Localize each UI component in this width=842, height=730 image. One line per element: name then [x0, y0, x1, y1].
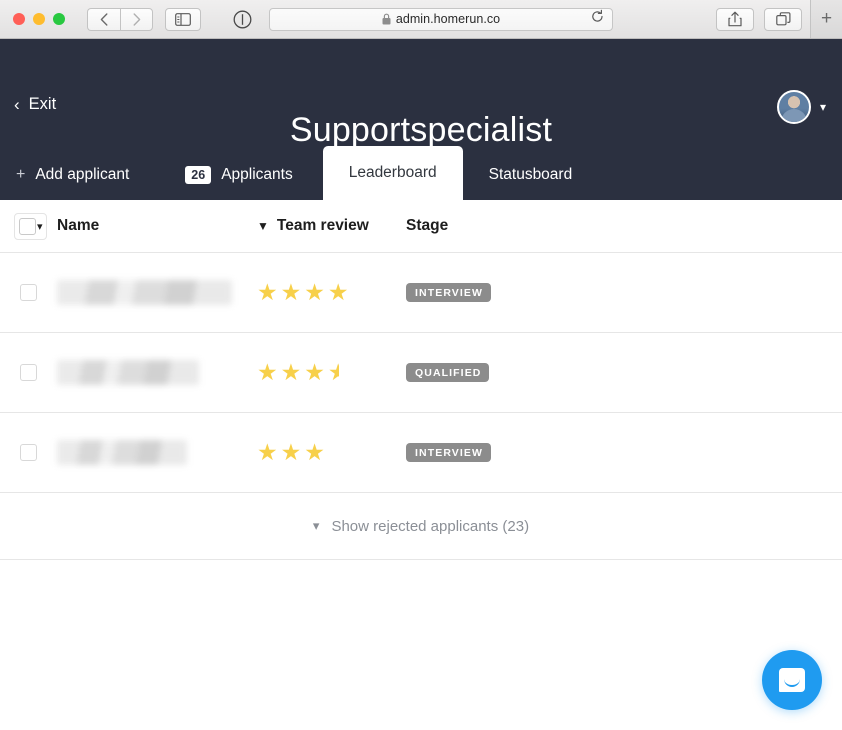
- reload-button[interactable]: [591, 10, 604, 29]
- new-tab-button[interactable]: +: [810, 0, 842, 38]
- team-review-rating[interactable]: ★ ★ ★ ★: [257, 281, 406, 304]
- select-all-control[interactable]: ▾: [14, 213, 47, 240]
- info-icon: [233, 10, 252, 29]
- stage-cell: INTERVIEW: [406, 283, 842, 303]
- minimize-window-button[interactable]: [33, 13, 45, 25]
- sidebar-toggle-button[interactable]: [165, 8, 201, 31]
- tabs-overview-icon: [776, 12, 791, 27]
- leaderboard-content: ▾ Name ▼ Team review Stage ★ ★ ★ ★ INTER…: [0, 200, 842, 560]
- table-row[interactable]: ★ ★ ★ ★ QUALIFIED: [0, 333, 842, 413]
- redacted-name: [57, 440, 187, 465]
- status-badge: QUALIFIED: [406, 363, 489, 383]
- tab-applicants[interactable]: 26 Applicants: [185, 166, 292, 201]
- tab-bar: + Add applicant 26 Applicants Leaderboar…: [0, 146, 842, 200]
- star-icon: ★: [304, 441, 325, 464]
- chevron-down-icon[interactable]: ▾: [37, 220, 43, 233]
- redacted-name: [57, 280, 232, 305]
- tab-applicants-label: Applicants: [221, 166, 293, 184]
- star-icon: ★: [281, 361, 302, 384]
- stage-cell: INTERVIEW: [406, 443, 842, 463]
- stage-cell: QUALIFIED: [406, 363, 842, 383]
- table-header-row: ▾ Name ▼ Team review Stage: [0, 200, 842, 253]
- star-icon: ★: [257, 281, 278, 304]
- star-icon: ★: [304, 361, 325, 384]
- applicants-count-badge: 26: [185, 166, 211, 185]
- column-header-name[interactable]: Name: [57, 217, 257, 235]
- chevron-left-icon: [100, 13, 108, 26]
- chat-bubble-icon: [779, 668, 805, 692]
- show-tabs-button[interactable]: [764, 8, 802, 31]
- sidebar-icon: [175, 13, 191, 26]
- page-info-button[interactable]: [227, 8, 257, 31]
- row-select-cell: [0, 284, 63, 301]
- plus-icon: +: [16, 166, 25, 184]
- table-row[interactable]: ★ ★ ★ INTERVIEW: [0, 413, 842, 493]
- tab-leaderboard[interactable]: Leaderboard: [323, 146, 463, 200]
- row-checkbox[interactable]: [20, 444, 37, 461]
- column-header-team-review[interactable]: ▼ Team review: [257, 217, 406, 235]
- select-all-checkbox[interactable]: [19, 218, 36, 235]
- chevron-left-icon: ‹: [14, 96, 20, 113]
- chat-launcher-button[interactable]: [762, 650, 822, 710]
- row-select-cell: [0, 444, 63, 461]
- star-icon: ★: [281, 281, 302, 304]
- add-applicant-label: Add applicant: [35, 166, 129, 184]
- row-select-cell: [0, 364, 63, 381]
- team-review-rating[interactable]: ★ ★ ★: [257, 441, 406, 464]
- url-text: admin.homerun.co: [396, 12, 500, 26]
- tab-statusboard[interactable]: Statusboard: [489, 166, 573, 200]
- show-rejected-row: ▾ Show rejected applicants (23): [0, 493, 842, 560]
- star-icon: ★: [328, 281, 349, 304]
- lock-icon: [382, 13, 391, 25]
- browser-toolbar: admin.homerun.co +: [0, 0, 842, 39]
- status-badge: INTERVIEW: [406, 443, 491, 463]
- forward-button[interactable]: [120, 8, 153, 31]
- maximize-window-button[interactable]: [53, 13, 65, 25]
- row-checkbox[interactable]: [20, 284, 37, 301]
- row-checkbox[interactable]: [20, 364, 37, 381]
- show-rejected-applicants-button[interactable]: ▾ Show rejected applicants (23): [313, 518, 529, 535]
- column-header-stage[interactable]: Stage: [406, 217, 842, 235]
- nav-buttons[interactable]: [87, 8, 153, 31]
- star-half-icon: ★: [328, 361, 350, 384]
- star-icon: ★: [281, 441, 302, 464]
- page-title: Supportspecialist: [0, 111, 842, 150]
- tab-leaderboard-label: Leaderboard: [349, 164, 437, 182]
- select-all-cell: ▾: [0, 213, 63, 240]
- tab-statusboard-label: Statusboard: [489, 166, 573, 183]
- column-header-team-review-label: Team review: [277, 217, 369, 235]
- browser-right-controls: +: [716, 0, 842, 38]
- team-review-rating[interactable]: ★ ★ ★ ★: [257, 361, 406, 384]
- applicant-name-cell[interactable]: [57, 360, 257, 385]
- status-badge: INTERVIEW: [406, 283, 491, 303]
- address-bar[interactable]: admin.homerun.co: [269, 8, 613, 31]
- star-icon: ★: [304, 281, 325, 304]
- applicant-name-cell[interactable]: [57, 280, 257, 305]
- chevron-down-icon: ▾: [313, 518, 320, 534]
- back-button[interactable]: [87, 8, 120, 31]
- close-window-button[interactable]: [13, 13, 25, 25]
- window-controls[interactable]: [0, 13, 65, 25]
- share-icon: [728, 11, 742, 27]
- share-button[interactable]: [716, 8, 754, 31]
- applicant-name-cell[interactable]: [57, 440, 257, 465]
- add-applicant-button[interactable]: + Add applicant: [0, 166, 129, 200]
- table-row[interactable]: ★ ★ ★ ★ INTERVIEW: [0, 253, 842, 333]
- app-header: ‹ Exit ▾ Supportspecialist + Add applica…: [0, 39, 842, 200]
- redacted-name: [57, 360, 199, 385]
- star-icon: ★: [257, 361, 278, 384]
- sort-descending-triangle-icon: ▼: [257, 219, 269, 233]
- reload-icon: [591, 10, 604, 24]
- chevron-right-icon: [133, 13, 141, 26]
- show-rejected-label: Show rejected applicants (23): [331, 518, 529, 535]
- star-icon: ★: [257, 441, 278, 464]
